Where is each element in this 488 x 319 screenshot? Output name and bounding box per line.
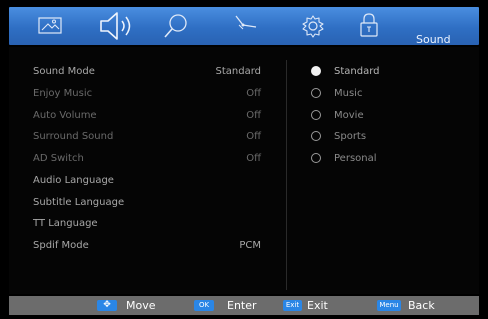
option-sports[interactable]: Sports <box>311 129 431 145</box>
setting-row-subtitle-language[interactable]: Subtitle Language <box>0 195 488 211</box>
setting-value: Standard <box>215 66 262 77</box>
setting-label: Subtitle Language <box>33 197 125 208</box>
setting-row-spdif-mode[interactable]: Spdif Mode PCM <box>0 238 488 254</box>
settings-panel <box>9 47 479 294</box>
menu-category-bar: Sound <box>9 7 479 46</box>
setting-value: Off <box>246 131 261 142</box>
ok-key-icon: OK <box>194 300 214 311</box>
option-label: Movie <box>334 110 364 121</box>
menu-category-title: Sound <box>416 33 451 46</box>
hint-move: ✥ Move <box>97 296 177 315</box>
setting-value: Off <box>246 153 261 164</box>
move-key-icon: ✥ <box>97 300 117 311</box>
option-label: Music <box>334 88 363 99</box>
hint-label: Move <box>126 299 156 312</box>
setting-label: Auto Volume <box>33 110 97 121</box>
setting-value: Off <box>246 110 261 121</box>
option-label: Sports <box>334 131 367 142</box>
radio-button[interactable] <box>311 153 321 163</box>
tv-menu-screen: Sound Sound Mode Standard Enjoy Music Of… <box>0 0 488 319</box>
setting-label: TT Language <box>33 218 98 229</box>
radio-button[interactable] <box>311 110 321 120</box>
radio-button-selected[interactable] <box>311 66 321 76</box>
speaker-icon[interactable] <box>98 9 136 43</box>
setting-row-tt-language[interactable]: TT Language <box>0 216 488 232</box>
lock-icon[interactable] <box>356 9 382 43</box>
setting-row-audio-language[interactable]: Audio Language <box>0 173 488 189</box>
hint-enter: OK Enter <box>194 296 274 315</box>
option-personal[interactable]: Personal <box>311 151 431 167</box>
setting-label: AD Switch <box>33 153 84 164</box>
search-icon[interactable] <box>161 9 191 43</box>
setting-label: Enjoy Music <box>33 88 93 99</box>
hint-label: Exit <box>307 299 328 312</box>
setting-value: PCM <box>239 240 261 251</box>
radio-button[interactable] <box>311 131 321 141</box>
option-standard[interactable]: Standard <box>311 64 431 80</box>
setting-label: Spdif Mode <box>33 240 89 251</box>
setting-value: Off <box>246 88 261 99</box>
hint-label: Back <box>408 299 435 312</box>
setting-label: Audio Language <box>33 175 114 186</box>
picture-icon[interactable] <box>37 9 63 43</box>
setting-label: Sound Mode <box>33 66 95 77</box>
gear-icon[interactable] <box>298 9 328 43</box>
option-label: Standard <box>334 66 380 77</box>
option-music[interactable]: Music <box>311 86 431 102</box>
setting-label: Surround Sound <box>33 131 114 142</box>
option-label: Personal <box>334 153 377 164</box>
radio-button[interactable] <box>311 88 321 98</box>
option-movie[interactable]: Movie <box>311 108 431 124</box>
exit-key-icon: Exit <box>283 300 302 311</box>
satellite-icon[interactable] <box>230 9 260 43</box>
key-hint-bar: ✥ Move OK Enter Exit Exit Menu Back <box>9 296 479 315</box>
hint-back: Menu Back <box>377 296 467 315</box>
menu-key-icon: Menu <box>377 300 401 311</box>
hint-label: Enter <box>227 299 257 312</box>
hint-exit: Exit Exit <box>283 296 363 315</box>
